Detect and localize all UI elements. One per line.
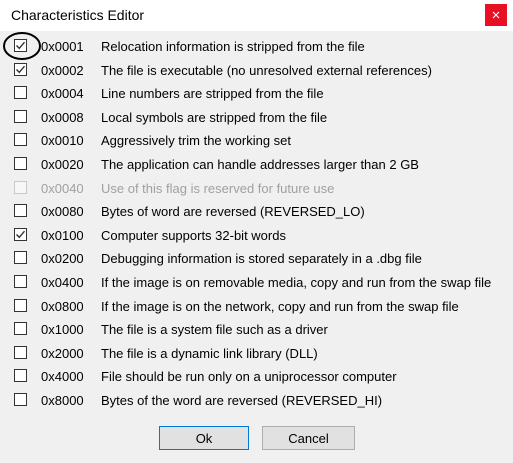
flag-row: 0x0100 Computer supports 32-bit words: [0, 225, 513, 245]
flag-code: 0x0080: [41, 204, 84, 220]
flag-code: 0x0400: [41, 275, 84, 290]
flag-code: 0x0040: [41, 180, 84, 196]
flag-row: 0x4000 File should be run only on a unipr…: [0, 366, 513, 386]
flag-checkbox[interactable]: [14, 393, 27, 406]
flag-row: 0x0020 The application can handle address…: [0, 154, 513, 174]
flag-row: 0x0080 Bytes of word are reversed (REVERS…: [0, 201, 513, 221]
flag-description: Local symbols are stripped from the file: [101, 109, 328, 125]
window-title: Characteristics Editor: [11, 7, 145, 23]
flag-checkbox[interactable]: [14, 86, 27, 100]
flag-description: Bytes of word are reversed (REVERSED_LO): [101, 204, 365, 220]
flag-checkbox[interactable]: [14, 345, 27, 359]
flag-description: If the image is on the network, copy and…: [101, 298, 459, 314]
flag-row: 0x0400 If the image is on removable media…: [0, 272, 513, 292]
flag-row: 0x0004 Line numbers are stripped from the…: [0, 83, 513, 103]
flag-description: Line numbers are stripped from the file: [101, 86, 324, 102]
flag-row: 0x0008 Local symbols are stripped from th…: [0, 107, 513, 127]
flag-checkbox[interactable]: [14, 133, 27, 147]
cancel-button[interactable]: Cancel: [262, 426, 355, 450]
close-button[interactable]: ×: [485, 4, 507, 26]
checkmark-icon: [16, 230, 26, 239]
ok-button-label: Ok: [195, 430, 213, 446]
flag-code: 0x1000: [41, 322, 84, 338]
flag-code: 0x0001: [41, 39, 84, 54]
flag-checkbox[interactable]: [14, 369, 27, 383]
flag-checkbox[interactable]: [14, 227, 27, 241]
flag-description: Relocation information is stripped from …: [101, 39, 365, 54]
flag-description: Bytes of the word are reversed (REVERSED…: [101, 393, 383, 408]
checkmark-icon: [16, 65, 26, 73]
flag-code: 0x8000: [41, 393, 84, 408]
flag-row: 0x0002 The file is executable (no unresol…: [0, 60, 513, 80]
flag-row: 0x0010 Aggressively trim the working set: [0, 130, 513, 150]
flag-code: 0x0020: [41, 157, 84, 172]
flag-code: 0x0100: [41, 227, 84, 243]
flag-code: 0x2000: [41, 345, 84, 361]
flag-code: 0x0200: [41, 251, 84, 267]
flag-row: 0x0800 If the image is on the network, co…: [0, 296, 513, 316]
flag-description: The application can handle addresses lar…: [101, 157, 419, 172]
flag-description: The file is a dynamic link library (DLL): [101, 345, 318, 361]
cancel-button-label: Cancel: [288, 430, 329, 446]
flag-checkbox[interactable]: [14, 322, 27, 336]
flag-checkbox[interactable]: [14, 157, 27, 170]
close-icon: ×: [491, 6, 501, 24]
flag-description: Use of this flag is reserved for future …: [101, 180, 335, 196]
flag-description: The file is a system file such as a driv…: [101, 322, 328, 338]
flag-checkbox[interactable]: [14, 109, 27, 123]
flag-row: 0x8000 Bytes of the word are reversed (RE…: [0, 390, 513, 410]
ok-button[interactable]: Ok: [159, 426, 249, 450]
flag-checkbox: [14, 180, 27, 194]
flag-row: 0x1000 The file is a system file such as …: [0, 319, 513, 339]
flag-code: 0x0010: [41, 133, 84, 149]
flag-description: Debugging information is stored separate…: [101, 251, 422, 267]
flag-checkbox[interactable]: [14, 39, 27, 52]
flag-code: 0x4000: [41, 369, 84, 385]
flag-row: 0x0001 Relocation information is stripped…: [0, 36, 513, 56]
flag-code: 0x0008: [41, 109, 84, 125]
flag-row: 0x0200 Debugging information is stored se…: [0, 248, 513, 268]
flag-row: 0x0040 Use of this flag is reserved for f…: [0, 178, 513, 198]
flag-description: File should be run only on a uniprocesso…: [101, 369, 397, 385]
flag-checkbox[interactable]: [14, 251, 27, 265]
flag-code: 0x0002: [41, 62, 84, 78]
flag-description: If the image is on removable media, copy…: [101, 275, 492, 290]
flag-code: 0x0800: [41, 298, 84, 314]
flag-checkbox[interactable]: [14, 275, 27, 288]
checkmark-icon: [16, 41, 26, 50]
flag-description: Computer supports 32-bit words: [101, 227, 286, 243]
flag-checkbox[interactable]: [14, 204, 27, 218]
flag-description: The file is executable (no unresolved ex…: [101, 62, 432, 78]
flag-checkbox[interactable]: [14, 298, 27, 312]
flag-row: 0x2000 The file is a dynamic link library…: [0, 343, 513, 363]
title-bar: Characteristics Editor ×: [0, 0, 513, 31]
flag-description: Aggressively trim the working set: [101, 133, 292, 149]
flag-checkbox[interactable]: [14, 62, 27, 76]
flag-code: 0x0004: [41, 86, 84, 102]
